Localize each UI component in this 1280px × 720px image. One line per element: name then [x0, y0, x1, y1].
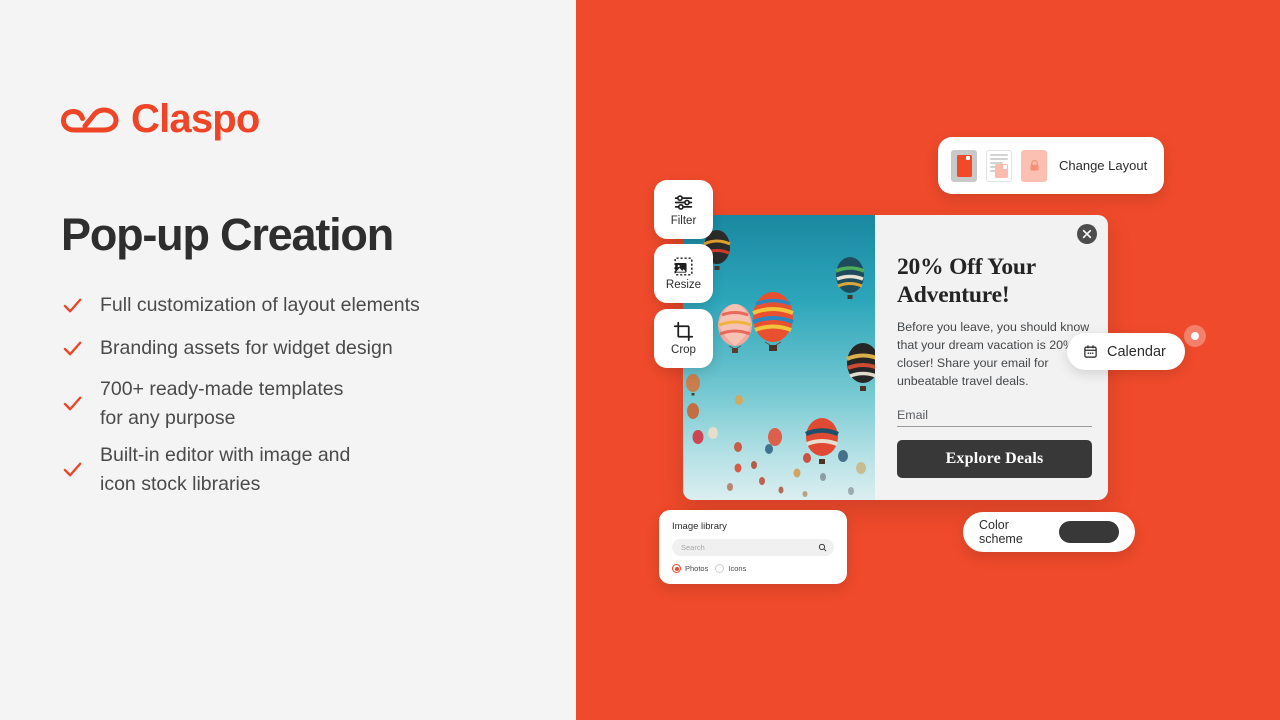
tool-label: Filter: [670, 214, 697, 227]
tool-label: Crop: [671, 343, 696, 356]
check-icon: [61, 392, 84, 415]
crop-icon: [673, 321, 694, 342]
drag-handle[interactable]: [1184, 325, 1206, 347]
popup-preview: 20% Off Your Adventure! Before you leave…: [683, 215, 1108, 500]
feature-text: Branding assets for widget design: [100, 336, 393, 359]
slide-canvas: Claspo Pop-up Creation Full customizatio…: [0, 0, 1280, 720]
radio-indicator-photos: [672, 564, 681, 573]
radio-option-photos[interactable]: Photos: [672, 564, 708, 573]
list-item: Branding assets for widget design: [61, 332, 531, 364]
color-scheme-swatch[interactable]: [1058, 521, 1119, 543]
crop-tool-button[interactable]: Crop: [654, 309, 713, 368]
check-icon: [61, 294, 84, 317]
radio-option-icons[interactable]: Icons: [715, 564, 746, 573]
email-field-input[interactable]: [897, 426, 1092, 428]
feature-list: Full customization of layout elements Br…: [61, 289, 531, 508]
change-layout-label: Change Layout: [1059, 158, 1148, 173]
popup-headline: 20% Off Your Adventure!: [897, 254, 1036, 309]
filter-tool-button[interactable]: Filter: [654, 180, 713, 239]
feature-text: Full customization of layout elements: [100, 293, 420, 316]
image-library-title: Image library: [672, 521, 727, 532]
calendar-icon: [1083, 344, 1098, 359]
media-type-radio-group: Photos Icons: [672, 564, 834, 573]
calendar-chip[interactable]: Calendar: [1067, 333, 1185, 370]
tool-label: Resize: [665, 278, 702, 291]
search-icon[interactable]: [818, 543, 827, 552]
change-layout-card[interactable]: Change Layout: [938, 137, 1165, 194]
brand-name: Claspo: [131, 97, 260, 141]
image-library-card: Image library Search Photos Icons: [659, 510, 847, 584]
list-item: Built-in editor with image and icon stoc…: [61, 441, 531, 498]
resize-tool-button[interactable]: Resize: [654, 244, 713, 303]
drag-handle-core: [1191, 332, 1199, 340]
sliders-icon: [673, 192, 694, 213]
page-title: Pop-up Creation: [61, 209, 394, 260]
search-placeholder: Search: [681, 543, 705, 552]
layout-thumb-image-only[interactable]: [951, 149, 977, 182]
list-item: Full customization of layout elements: [61, 289, 531, 321]
cloud-swoosh-icon: [61, 102, 119, 136]
radio-label-photos: Photos: [685, 564, 709, 573]
editor-preview-panel: 20% Off Your Adventure! Before you leave…: [576, 0, 1280, 720]
layout-thumb-locked[interactable]: [1021, 149, 1047, 182]
radio-indicator-icons: [715, 564, 725, 573]
left-content-panel: Claspo Pop-up Creation Full customizatio…: [0, 0, 576, 720]
check-icon: [61, 458, 84, 481]
close-icon[interactable]: [1077, 224, 1097, 244]
radio-label-icons: Icons: [728, 564, 747, 573]
color-scheme-label: Color scheme: [979, 518, 1023, 546]
lock-icon: [1028, 159, 1041, 172]
image-resize-icon: [673, 256, 694, 277]
calendar-chip-label: Calendar: [1107, 343, 1166, 360]
search-input[interactable]: Search: [672, 539, 834, 556]
color-scheme-card: Color scheme: [963, 512, 1135, 552]
explore-deals-button[interactable]: Explore Deals: [897, 440, 1092, 479]
feature-text: 700+ ready-made templates for any purpos…: [100, 378, 344, 429]
brand-logo: Claspo: [61, 99, 260, 139]
layout-thumb-text-image[interactable]: [986, 149, 1012, 182]
feature-text: Built-in editor with image and icon stoc…: [100, 444, 351, 495]
email-field-label: Email: [897, 408, 928, 423]
check-icon: [61, 337, 84, 360]
list-item: 700+ ready-made templates for any purpos…: [61, 375, 531, 432]
